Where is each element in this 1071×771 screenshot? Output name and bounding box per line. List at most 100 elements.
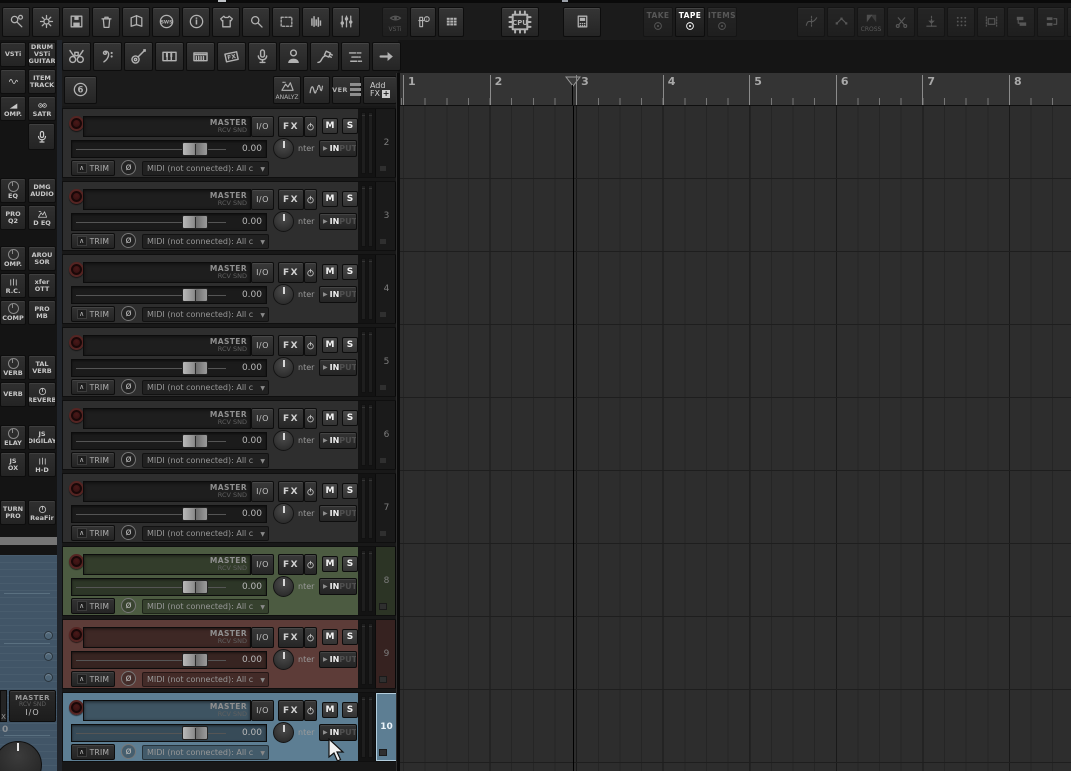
pan-knob[interactable] [273, 576, 294, 597]
fx-bypass-button[interactable] [304, 700, 317, 721]
solo-button[interactable]: S [342, 702, 358, 718]
fx-bypass-button[interactable] [304, 335, 317, 356]
insert-line-button[interactable] [310, 42, 339, 71]
track-name-field[interactable]: MASTER RCV SND [83, 700, 251, 721]
sidebar-plugin-button-left[interactable]: OMP. [0, 246, 26, 271]
fx-button[interactable]: FX [278, 408, 304, 429]
phase-button[interactable]: ø [121, 598, 136, 613]
fx-button[interactable]: FX [278, 189, 304, 210]
midi-input-dropdown[interactable]: MIDI (not connected): All c ▼ [142, 380, 269, 395]
phase-button[interactable]: ø [121, 525, 136, 540]
trim-envelope-button[interactable]: ∧ TRIM [71, 744, 115, 760]
pan-knob[interactable] [273, 211, 294, 232]
zoom-button[interactable] [242, 6, 270, 37]
envelope-button[interactable] [797, 6, 825, 37]
cpu-button[interactable]: CPU [501, 6, 539, 37]
sidebar-plugin-button-left[interactable]: R.C. [0, 273, 26, 298]
fx-button[interactable]: FX [278, 554, 304, 575]
solo-button[interactable]: S [342, 337, 358, 353]
wave-morph-button[interactable] [303, 75, 330, 104]
mute-button[interactable]: M [322, 264, 338, 280]
volume-fader-handle[interactable] [182, 142, 208, 156]
sidebar-plugin-button-left[interactable]: ELAY [0, 425, 26, 450]
io-button[interactable]: I/O [251, 554, 274, 575]
split-button[interactable] [887, 6, 915, 37]
analyze-button[interactable]: ANALYZ [273, 75, 301, 104]
tape-mode-button[interactable]: TAPE [675, 6, 705, 37]
trim-envelope-button[interactable]: ∧ TRIM [71, 525, 115, 541]
insert-bass-button[interactable] [93, 42, 122, 71]
insert-piano-button[interactable] [155, 42, 184, 71]
grid-dots-button[interactable] [947, 6, 975, 37]
fx-button[interactable]: FX [278, 481, 304, 502]
insert-fx-button[interactable]: FX [217, 42, 246, 71]
phase-button[interactable]: ø [121, 160, 136, 175]
volume-fader[interactable]: 0.00 [71, 505, 267, 523]
marquee-button[interactable] [272, 6, 300, 37]
mute-button[interactable]: M [322, 556, 338, 572]
toolbar-group[interactable]: VSTi i [382, 6, 466, 37]
sidebar-plugin-button[interactable]: ITEM TRACK [28, 69, 56, 94]
midi-input-dropdown[interactable]: MIDI (not connected): All c ▼ [142, 234, 269, 249]
toolbar-group[interactable]: TAKE TAPE ITEMS [643, 6, 739, 37]
volume-fader-handle[interactable] [182, 434, 208, 448]
pan-knob[interactable] [273, 430, 294, 451]
io-button[interactable]: I/O [251, 627, 274, 648]
insert-vocal-button[interactable] [279, 42, 308, 71]
delete-button[interactable] [92, 6, 120, 37]
toolbar-group[interactable]: CROSS [797, 6, 1071, 37]
insert-track-arrow-button[interactable] [372, 42, 401, 71]
phase-button[interactable]: ø [121, 233, 136, 248]
volume-fader[interactable]: 0.00 [71, 651, 267, 669]
midi-input-dropdown[interactable]: MIDI (not connected): All c ▼ [142, 453, 269, 468]
volume-fader[interactable]: 0.00 [71, 724, 267, 742]
volume-fader-handle[interactable] [182, 726, 208, 740]
notes-button[interactable] [122, 6, 150, 37]
midi-input-dropdown[interactable]: MIDI (not connected): All c ▼ [142, 745, 269, 760]
track-info-button[interactable]: i [410, 6, 436, 37]
volume-fader-handle[interactable] [182, 653, 208, 667]
phase-button[interactable]: ø [121, 744, 136, 759]
theme-button[interactable] [212, 6, 240, 37]
midi-input-dropdown[interactable]: MIDI (not connected): All c ▼ [142, 161, 269, 176]
mute-button[interactable]: M [322, 702, 338, 718]
volume-fader[interactable]: 0.00 [71, 432, 267, 450]
fx-button[interactable]: FX [278, 627, 304, 648]
vsti-button[interactable]: VSTi [382, 6, 408, 37]
solo-button[interactable]: S [342, 410, 358, 426]
sidebar-plugin-button-left[interactable]: COMP [0, 300, 26, 325]
pan-knob[interactable] [273, 503, 294, 524]
sws-button[interactable]: SWS [152, 6, 180, 37]
track-name-field[interactable]: MASTER RCV SND [83, 481, 251, 502]
trim-envelope-button[interactable]: ∧ TRIM [71, 233, 115, 249]
phase-button[interactable]: ø [121, 452, 136, 467]
solo-button[interactable]: S [342, 483, 358, 499]
mute-button[interactable]: M [322, 483, 338, 499]
trim-envelope-button[interactable]: ∧ TRIM [71, 160, 115, 176]
midi-input-dropdown[interactable]: MIDI (not connected): All c ▼ [142, 599, 269, 614]
arrange-items-button[interactable] [1037, 6, 1065, 37]
phase-button[interactable]: ø [121, 306, 136, 321]
insert-levels-button[interactable] [341, 42, 370, 71]
io-button[interactable]: I/O [251, 116, 274, 137]
fx-bypass-button[interactable] [304, 627, 317, 648]
trim-envelope-button[interactable]: ∧ TRIM [71, 452, 115, 468]
sidebar-plugin-button-left[interactable]: JS OX [0, 452, 26, 477]
info-button[interactable]: i [182, 6, 210, 37]
waveform-button[interactable] [302, 6, 330, 37]
trim-envelope-button[interactable]: ∧ TRIM [71, 379, 115, 395]
pan-knob[interactable] [273, 284, 294, 305]
solo-button[interactable]: S [342, 191, 358, 207]
trim-envelope-button[interactable]: ∧ TRIM [71, 671, 115, 687]
fx-bypass-button[interactable] [304, 408, 317, 429]
mixer-button[interactable] [332, 6, 360, 37]
insert-guitar-button[interactable] [124, 42, 153, 71]
mute-button[interactable]: M [322, 337, 338, 353]
toolbar-group[interactable] [563, 6, 603, 37]
sidebar-plugin-button[interactable]: DRUM VSTi GUITAR [28, 42, 56, 67]
insert-drums-button[interactable] [62, 42, 91, 71]
io-button[interactable]: I/O [251, 408, 274, 429]
sidebar-plugin-button-left[interactable]: VERB [0, 355, 26, 380]
sidebar-plugin-button-left[interactable] [0, 69, 26, 94]
arrange-view[interactable] [400, 106, 1071, 771]
